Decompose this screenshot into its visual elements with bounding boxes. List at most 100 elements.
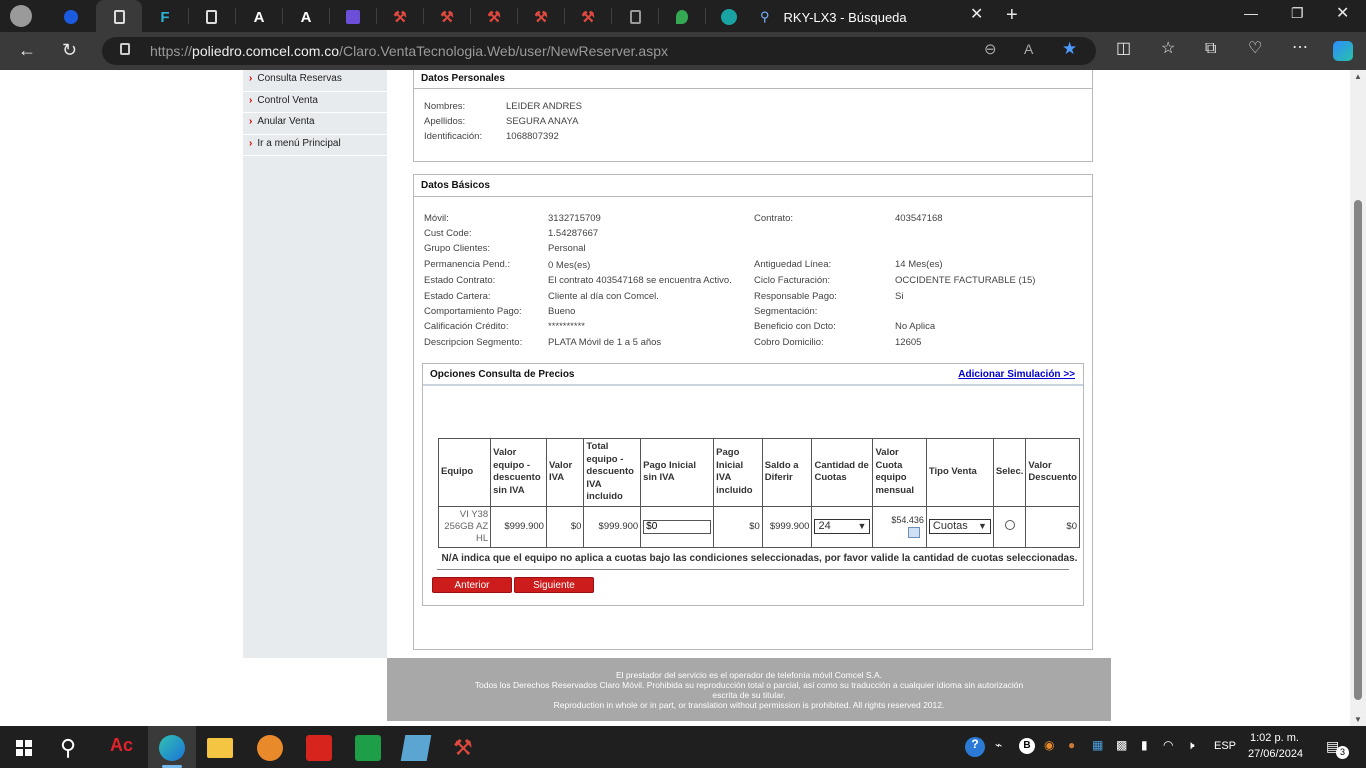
calculator-icon[interactable]: [355, 735, 381, 761]
scroll-up-icon[interactable]: ▲: [1354, 72, 1362, 81]
tab-3[interactable]: F: [150, 4, 180, 30]
edge-icon[interactable]: [159, 735, 185, 761]
antiguedad-label: Antiguedad Línea:: [754, 259, 832, 270]
tab-6[interactable]: A: [291, 4, 321, 30]
tray-app-icon[interactable]: ●: [1068, 738, 1075, 752]
tab-1[interactable]: [56, 4, 86, 30]
letter-a-icon: A: [253, 8, 265, 26]
new-tab-icon[interactable]: +: [1006, 5, 1018, 25]
col-header: Valor Descuento: [1025, 438, 1080, 507]
page-scrollbar[interactable]: ▲ ▼: [1350, 70, 1366, 726]
beneficio-value: No Aplica: [895, 321, 936, 332]
clock-date[interactable]: 27/06/2024: [1248, 748, 1303, 760]
col-header: Selec.: [992, 438, 1027, 507]
tipo-venta-select[interactable]: Cuotas ▼: [928, 519, 991, 534]
cobro-value: 12605: [895, 337, 922, 348]
tab-13[interactable]: [620, 4, 650, 30]
acrobat-icon[interactable]: Ac: [110, 735, 136, 761]
pdf-icon[interactable]: [306, 735, 332, 761]
read-aloud-icon[interactable]: A: [1024, 42, 1033, 56]
split-screen-icon[interactable]: ◫: [1116, 41, 1131, 57]
descripcion-segmento-label: Descripcion Segmento:: [424, 337, 523, 348]
identificacion-value: 1068807392: [506, 131, 559, 142]
valor-iva-cell: $0: [545, 505, 585, 548]
tab-2[interactable]: [104, 4, 134, 30]
tool-icon: ⚒: [440, 8, 454, 26]
nav-item-anular-venta[interactable]: › Anular Venta: [243, 113, 387, 135]
taskbar: ⚲ Ac ⚒ ? ⌁ B ◉ ● ▦ ▩ ▮ ◠ 🕨 ESP 1:02 p. m…: [0, 726, 1366, 768]
notes-icon[interactable]: [400, 735, 432, 761]
network-off-icon[interactable]: ⌁: [995, 738, 1002, 752]
scroll-down-icon[interactable]: ▼: [1354, 715, 1362, 724]
clock-time[interactable]: 1:02 p. m.: [1250, 732, 1299, 744]
close-window-icon[interactable]: ✕: [1336, 6, 1349, 22]
anterior-button[interactable]: Anterior: [432, 577, 512, 593]
nav-item-control-venta[interactable]: › Control Venta: [243, 92, 387, 113]
minimize-icon[interactable]: —: [1244, 6, 1258, 20]
back-icon[interactable]: ←: [18, 41, 36, 59]
footer-line: Todos los Derechos Reservados Claro Móvi…: [474, 680, 1024, 690]
file-explorer-icon[interactable]: [207, 738, 233, 758]
tab-8[interactable]: ⚒: [385, 4, 415, 30]
close-tab-icon[interactable]: ✕: [970, 7, 983, 23]
tab-active-search[interactable]: ⚲ RKY-LX3 - Búsqueda: [760, 4, 990, 30]
url-domain: poliedro.comcel.com.co: [192, 43, 340, 59]
identificacion-label: Identificación:: [424, 131, 483, 142]
segmentacion-label: Segmentación:: [754, 306, 818, 317]
datos-basicos-panel: Datos Básicos Móvil: 3132715709 Contrato…: [413, 174, 1093, 650]
tab-5[interactable]: A: [244, 4, 274, 30]
nav-item-menu-principal[interactable]: › Ir a menú Principal: [243, 135, 387, 156]
edit-note-icon[interactable]: [907, 526, 920, 538]
tray-app-icon[interactable]: ▩: [1116, 738, 1127, 752]
tools-icon[interactable]: ⚒: [453, 735, 479, 761]
nav-item-consulta-reservas[interactable]: › Consulta Reservas: [243, 70, 387, 92]
select-radio[interactable]: [1004, 520, 1015, 530]
language-indicator[interactable]: ESP: [1214, 740, 1236, 752]
tab-7[interactable]: [338, 4, 368, 30]
collections-icon[interactable]: ⧉: [1205, 41, 1216, 57]
b-app-icon[interactable]: B: [1019, 738, 1035, 754]
favorite-star-icon[interactable]: ★: [1062, 40, 1077, 57]
more-menu-icon[interactable]: ⋯: [1292, 40, 1308, 56]
volume-icon[interactable]: 🕨: [1187, 738, 1195, 753]
usb-icon[interactable]: ▮: [1141, 738, 1148, 752]
tray-app-icon[interactable]: ◉: [1044, 738, 1054, 752]
copilot-icon[interactable]: [1333, 41, 1353, 61]
tab-4[interactable]: [196, 4, 226, 30]
note-divider: [437, 569, 1069, 570]
wifi-icon[interactable]: ◠: [1163, 738, 1173, 752]
url-prefix: https://: [150, 43, 193, 59]
tab-15[interactable]: [714, 4, 744, 30]
adicionar-simulacion-link[interactable]: Adicionar Simulación >>: [958, 369, 1075, 380]
nombres-value: LEIDER ANDRES: [506, 101, 583, 112]
zoom-icon[interactable]: ⊖: [984, 42, 997, 57]
cuotas-select[interactable]: 24 ▼: [814, 519, 871, 534]
tipo-venta-cell: Cuotas ▼: [925, 505, 994, 548]
tab-11[interactable]: ⚒: [526, 4, 556, 30]
tray-app-icon[interactable]: ▦: [1092, 738, 1103, 752]
url-input[interactable]: https://poliedro.comcel.com.co/Claro.Ven…: [102, 37, 1096, 65]
cobro-label: Cobro Domicilio:: [754, 337, 824, 348]
app-swirl-icon[interactable]: [257, 735, 283, 761]
help-icon[interactable]: ?: [965, 737, 985, 757]
favorites-icon[interactable]: ☆: [1161, 41, 1175, 57]
apellidos-label: Apellidos:: [424, 116, 466, 127]
profile-icon[interactable]: [10, 5, 32, 27]
tab-10[interactable]: ⚒: [479, 4, 509, 30]
col-header: Pago Inicial sin IVA: [640, 438, 715, 507]
windows-start-icon[interactable]: [16, 740, 32, 756]
tab-12[interactable]: ⚒: [573, 4, 603, 30]
refresh-icon[interactable]: ↻: [62, 41, 77, 59]
restore-icon[interactable]: ❐: [1291, 6, 1304, 20]
grupo-value: Personal: [548, 243, 586, 254]
calificacion-label: Calificación Crédito:: [424, 321, 509, 332]
responsable-label: Responsable Pago:: [754, 291, 837, 302]
search-icon[interactable]: ⚲: [60, 735, 76, 761]
tab-9[interactable]: ⚒: [432, 4, 462, 30]
pago-inicial-input[interactable]: [643, 519, 712, 534]
scrollbar-thumb[interactable]: [1354, 200, 1362, 700]
notification-count-badge: 3: [1336, 746, 1349, 759]
tab-14[interactable]: [667, 4, 697, 30]
browser-essentials-icon[interactable]: ♡: [1248, 41, 1262, 57]
siguiente-button[interactable]: Siguiente: [514, 577, 594, 593]
